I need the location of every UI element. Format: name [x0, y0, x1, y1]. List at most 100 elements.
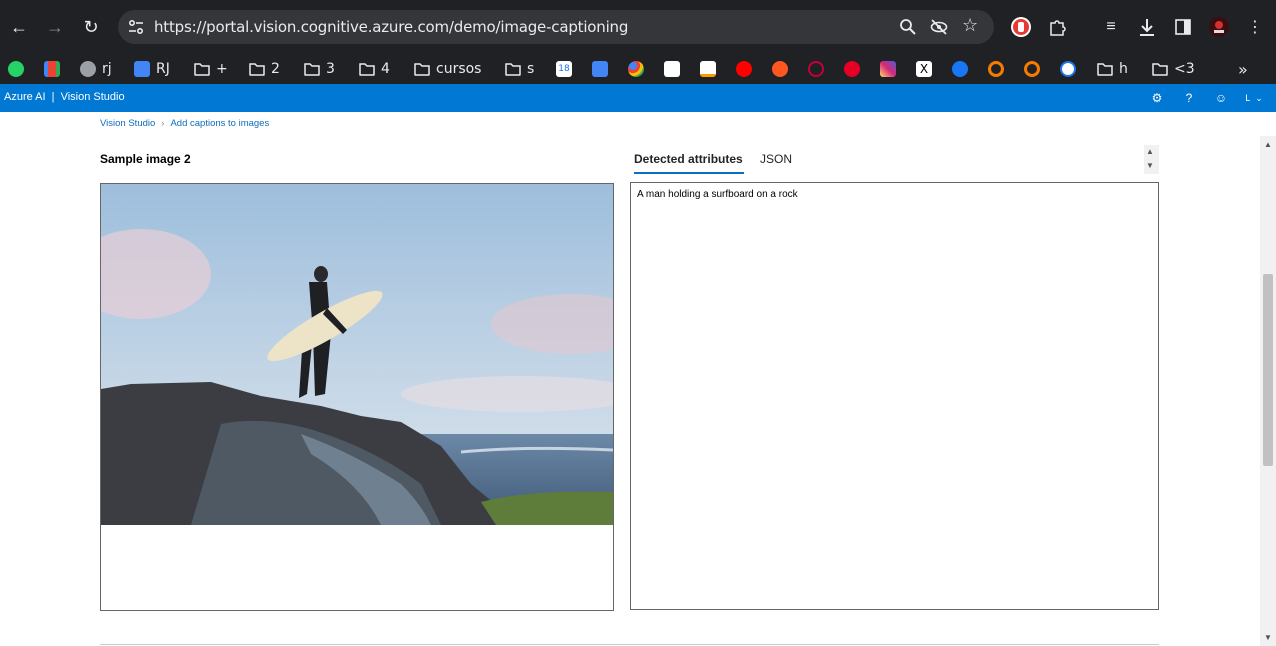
breadcrumb-separator: ›	[161, 118, 165, 129]
globe-icon	[80, 61, 96, 77]
bookmark-calendar[interactable]: 18	[556, 58, 572, 80]
bookmark-folder-h[interactable]: h	[1097, 58, 1128, 80]
pinterest-icon	[844, 61, 860, 77]
settings-gear-icon[interactable]: ⚙	[1149, 90, 1165, 106]
scroll-up-icon[interactable]: ▲	[1146, 147, 1154, 156]
ring-icon	[988, 61, 1004, 77]
bookmark-folder-heart[interactable]: <3	[1152, 58, 1195, 80]
bookmark-folder-2[interactable]: 2	[249, 58, 280, 80]
gmail-icon	[44, 61, 60, 77]
bookmark-label: s	[527, 61, 535, 77]
assistant-icon	[628, 61, 644, 77]
bookmark-debian[interactable]	[808, 58, 824, 80]
bookmark-translate[interactable]	[592, 58, 608, 80]
tabs-scroll-control[interactable]: ▲ ▼	[1144, 145, 1159, 174]
profile-avatar[interactable]	[1208, 16, 1230, 38]
bookmark-label: 4	[381, 61, 390, 77]
url-text[interactable]: https://portal.vision.cognitive.azure.co…	[154, 18, 628, 36]
scroll-down-icon[interactable]: ▼	[1264, 633, 1272, 642]
bookmark-instagram[interactable]	[880, 58, 896, 80]
bookmark-ring-1[interactable]	[988, 58, 1004, 80]
bookmark-ring-2[interactable]	[1024, 58, 1040, 80]
sample-image-title: Sample image 2	[100, 152, 191, 166]
page-scrollbar[interactable]: ▲ ▼	[1260, 136, 1276, 646]
scrollbar-thumb[interactable]	[1263, 274, 1273, 466]
app-icon	[134, 61, 150, 77]
caption-result-panel: A man holding a surfboard on a rock	[630, 182, 1159, 610]
bookmark-label: 3	[326, 61, 335, 77]
eye-off-icon[interactable]	[930, 18, 948, 36]
youtube-icon	[736, 61, 752, 77]
breadcrumb-current[interactable]: Add captions to images	[170, 118, 269, 129]
bookmark-facebook[interactable]	[952, 58, 968, 80]
bookmark-folder-cursos[interactable]: cursos	[414, 58, 481, 80]
brand-name: Azure AI	[4, 91, 46, 103]
folder-icon	[505, 63, 521, 76]
back-icon[interactable]: ←	[6, 14, 32, 40]
download-icon[interactable]	[1136, 16, 1158, 38]
section-divider	[100, 644, 1159, 645]
bookmark-rj-upper[interactable]: RJ	[134, 58, 170, 80]
sample-photo	[101, 184, 613, 525]
folder-icon	[1097, 63, 1113, 76]
bookmark-k[interactable]	[664, 58, 680, 80]
folder-icon	[1152, 63, 1168, 76]
tab-detected-attributes[interactable]: Detected attributes	[634, 152, 743, 166]
active-tab-indicator	[634, 172, 744, 174]
folder-icon	[304, 63, 320, 76]
zoom-icon[interactable]	[899, 18, 917, 36]
translate-icon	[592, 61, 608, 77]
scroll-down-icon[interactable]: ▼	[1146, 161, 1154, 170]
k-icon	[664, 61, 680, 77]
bookmark-amazon[interactable]	[700, 58, 716, 80]
browser-menu-icon[interactable]: ⋮	[1244, 16, 1266, 38]
account-menu[interactable]: L ⌄	[1240, 90, 1268, 106]
amazon-icon	[700, 61, 716, 77]
bookmark-folder-plus[interactable]: +	[194, 58, 228, 80]
bookmark-star-icon[interactable]: ☆	[962, 15, 980, 35]
azure-header: Azure AI | Vision Studio ⚙ ? ☺ L ⌄	[0, 84, 1276, 112]
breadcrumb: Vision Studio › Add captions to images	[100, 118, 269, 129]
bookmark-x[interactable]: X	[916, 58, 932, 80]
facebook-icon	[952, 61, 968, 77]
feedback-smiley-icon[interactable]: ☺	[1213, 90, 1229, 106]
bookmark-orange[interactable]	[772, 58, 788, 80]
x-icon: X	[916, 61, 932, 77]
bookmark-gmail[interactable]	[44, 58, 60, 80]
bookmark-pinterest[interactable]	[844, 58, 860, 80]
bookmark-rj-lower[interactable]: rj	[80, 58, 112, 80]
address-bar[interactable]: https://portal.vision.cognitive.azure.co…	[118, 10, 994, 44]
bookmark-edge[interactable]	[1060, 58, 1076, 80]
product-name: Vision Studio	[60, 91, 125, 103]
media-queue-icon[interactable]: ≡	[1100, 16, 1122, 38]
bookmark-folder-3[interactable]: 3	[304, 58, 335, 80]
app-brand[interactable]: Azure AI | Vision Studio	[4, 91, 125, 103]
folder-icon	[414, 63, 430, 76]
breadcrumb-home-link[interactable]: Vision Studio	[100, 118, 155, 129]
bookmark-folder-4[interactable]: 4	[359, 58, 390, 80]
side-panel-icon[interactable]	[1172, 16, 1194, 38]
image-preview-frame	[100, 183, 614, 611]
extensions-icon[interactable]	[1046, 16, 1068, 38]
bookmark-label: rj	[102, 61, 112, 77]
caption-text: A man holding a surfboard on a rock	[637, 189, 798, 200]
edge-icon	[1060, 61, 1076, 77]
reload-icon[interactable]: ↻	[78, 14, 104, 40]
tab-json[interactable]: JSON	[760, 152, 792, 166]
ring-icon	[1024, 61, 1040, 77]
forward-icon[interactable]: →	[42, 14, 68, 40]
bookmark-label: <3	[1174, 61, 1195, 77]
scroll-up-icon[interactable]: ▲	[1264, 140, 1272, 149]
help-icon[interactable]: ?	[1181, 90, 1197, 106]
bookmark-folder-s[interactable]: s	[505, 58, 534, 80]
chevron-down-icon: ⌄	[1255, 92, 1263, 103]
bookmark-label: +	[216, 61, 228, 77]
more-bookmarks-icon[interactable]: »	[1238, 58, 1248, 80]
site-settings-icon[interactable]	[126, 17, 146, 37]
user-initial: L	[1245, 93, 1251, 103]
bookmark-youtube[interactable]	[736, 58, 752, 80]
bookmark-whatsapp[interactable]	[8, 58, 24, 80]
bookmark-assistant[interactable]	[628, 58, 644, 80]
bookmarks-bar: rj RJ + 2 3 4 cursos s 18 X h <3 »	[0, 54, 1276, 84]
adblock-icon[interactable]	[1010, 16, 1032, 38]
